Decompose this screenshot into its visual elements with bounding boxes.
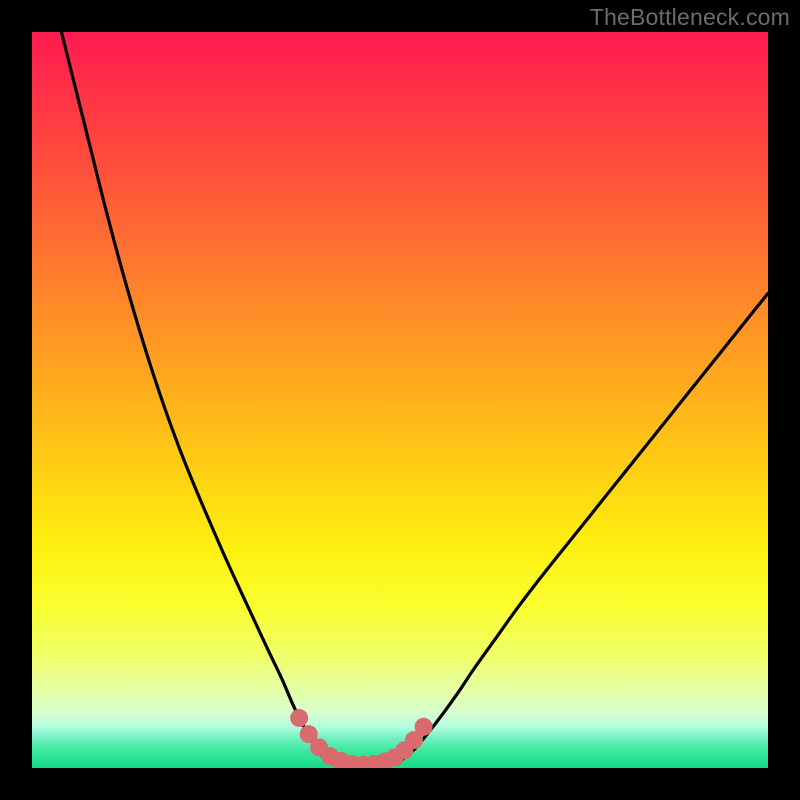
watermark-text: TheBottleneck.com: [590, 4, 790, 31]
plot-area: [32, 32, 768, 768]
valley-dot: [415, 718, 433, 736]
curve-layer: [32, 32, 768, 768]
chart-frame: TheBottleneck.com: [0, 0, 800, 800]
valley-dot: [290, 709, 308, 727]
curve-right-branch: [400, 293, 768, 761]
curve-left-branch: [61, 32, 326, 762]
valley-dots-group: [290, 709, 432, 768]
